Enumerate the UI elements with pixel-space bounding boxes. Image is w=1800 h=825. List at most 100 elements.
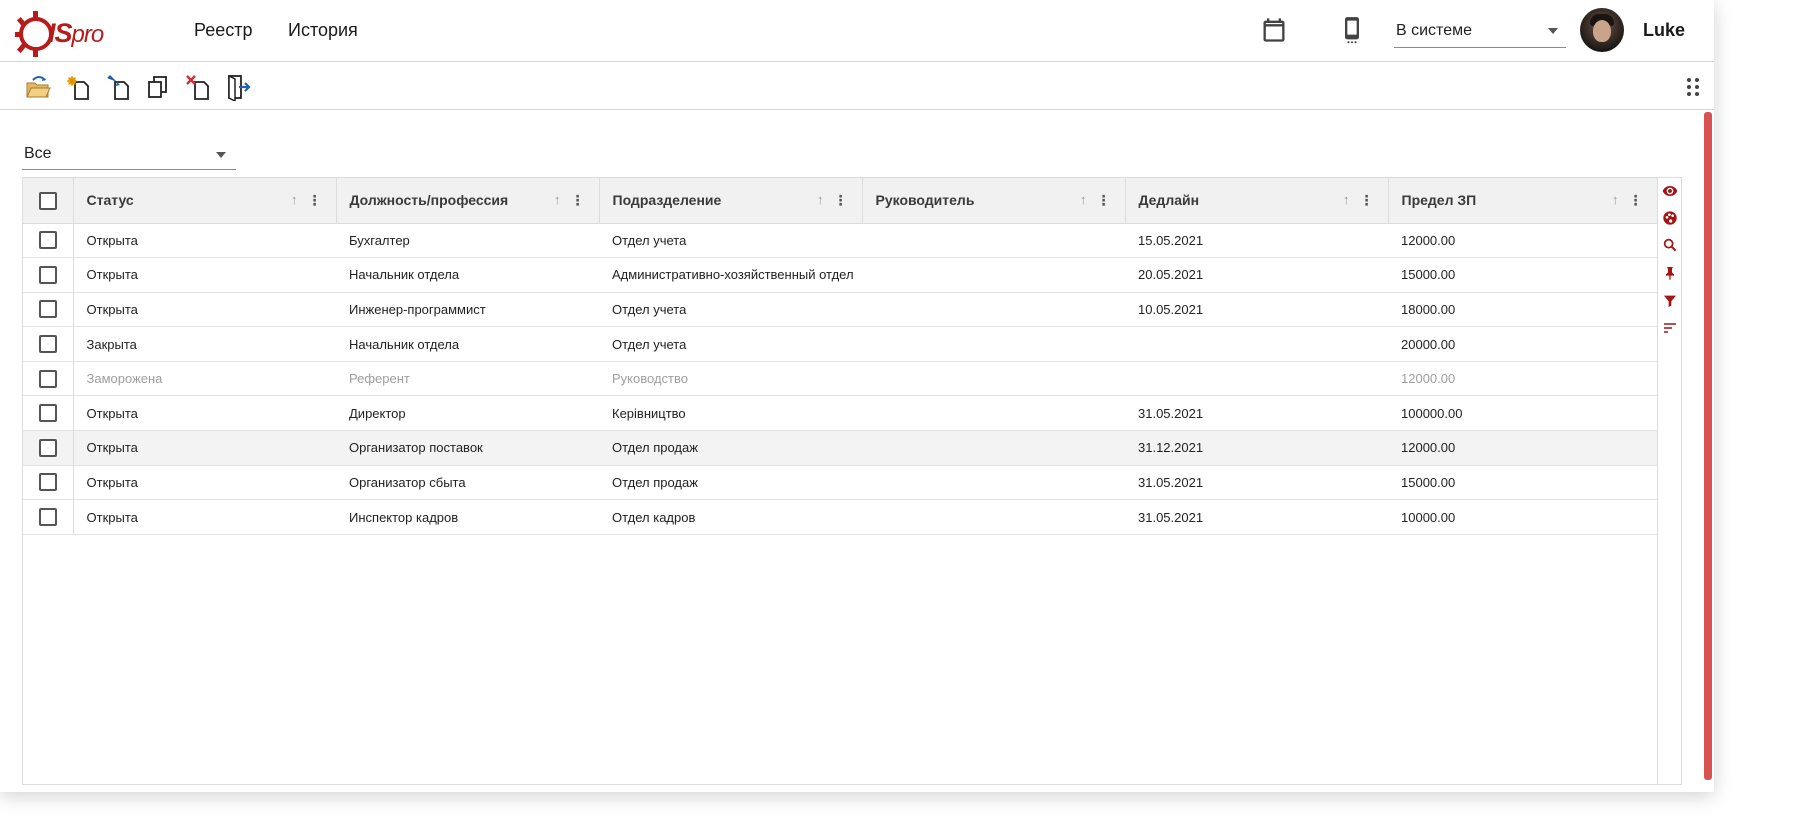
cell-status: Открыта [86, 440, 138, 456]
column-header-department[interactable]: Подразделение ↑ ⋮ [599, 178, 863, 224]
row-select-cell [23, 223, 74, 258]
sort-arrow-icon[interactable]: ↑ [1612, 192, 1619, 207]
cell-deadline: 15.05.2021 [1138, 232, 1204, 248]
sort-arrow-icon[interactable]: ↑ [291, 192, 298, 207]
column-menu-icon[interactable]: ⋮ [1360, 193, 1374, 207]
cell-deadline: 31.12.2021 [1138, 440, 1204, 456]
column-header-salary-limit[interactable]: Предел ЗП ↑ ⋮ [1388, 178, 1658, 224]
column-header-position[interactable]: Должность/профессия ↑ ⋮ [336, 178, 600, 224]
side-tools-panel [1657, 178, 1681, 784]
table-row[interactable]: Открыта Начальник отдела Административно-х… [23, 257, 1657, 293]
table-row[interactable]: Открыта Инженер-программист Отдел учета 10.… [23, 292, 1657, 327]
column-label: Дедлайн [1138, 192, 1200, 209]
column-menu-icon[interactable]: ⋮ [834, 193, 848, 207]
chevron-down-icon [216, 152, 226, 158]
column-menu-icon[interactable]: ⋮ [1629, 193, 1643, 207]
column-header-status[interactable]: Статус ↑ ⋮ [73, 178, 337, 224]
row-checkbox[interactable] [38, 508, 57, 527]
mobile-phone-icon[interactable] [1338, 16, 1366, 44]
row-checkbox[interactable] [38, 438, 57, 457]
copy-document-icon[interactable] [144, 73, 172, 101]
exit-icon[interactable] [224, 73, 252, 103]
row-checkbox[interactable] [38, 473, 57, 492]
filter-icon[interactable] [1662, 293, 1678, 309]
cell-department: Отдел продаж [612, 440, 698, 456]
table-row[interactable]: Открыта Организатор поставок Отдел продаж 3… [23, 430, 1657, 466]
column-menu-icon[interactable]: ⋮ [308, 193, 322, 207]
column-header-manager[interactable]: Руководитель ↑ ⋮ [862, 178, 1126, 224]
column-label: Руководитель [875, 192, 975, 209]
sort-arrow-icon[interactable]: ↑ [554, 192, 561, 207]
row-checkbox[interactable] [38, 231, 57, 250]
cell-salary: 18000.00 [1401, 301, 1456, 317]
nav-registry[interactable]: Реестр [194, 20, 253, 41]
nav-history[interactable]: История [288, 20, 358, 41]
avatar[interactable] [1580, 8, 1624, 52]
row-checkbox[interactable] [38, 369, 57, 388]
chevron-down-icon [1548, 28, 1558, 34]
edit-document-icon[interactable] [104, 73, 132, 101]
cell-position: Начальник отдела [349, 267, 460, 283]
top-header: ISpro Реестр История В системе Luke [0, 0, 1714, 62]
vertical-scrollbar[interactable] [1704, 112, 1712, 780]
table-row[interactable]: Открыта Бухгалтер Отдел учета 15.05.2021 120… [23, 223, 1657, 258]
row-select-cell [23, 465, 74, 500]
delete-document-icon[interactable] [184, 73, 212, 101]
cell-deadline [1125, 361, 1388, 396]
table-row[interactable]: Открыта Инспектор кадров Отдел кадров 31.05… [23, 499, 1657, 535]
table-row[interactable]: Заморожена Референт Руководство 12000.00 [23, 361, 1657, 396]
toolbar [0, 62, 1714, 110]
table-row[interactable]: Закрыта Начальник отдела Отдел учета 20000.… [23, 326, 1657, 362]
cell-status: Открыта [86, 474, 138, 490]
search-icon[interactable] [1662, 237, 1678, 253]
pin-icon[interactable] [1662, 265, 1678, 281]
table-body: Открыта Бухгалтер Отдел учета 15.05.2021 120… [23, 223, 1657, 535]
cell-department: Отдел учета [612, 301, 687, 317]
logo-text: ISpro [48, 18, 104, 48]
calendar-icon[interactable] [1260, 16, 1288, 44]
cell-position: Начальник отдела [349, 336, 460, 352]
user-status-select[interactable]: В системе [1394, 14, 1566, 48]
cell-department: Руководство [612, 371, 688, 387]
row-checkbox[interactable] [38, 265, 57, 284]
row-checkbox[interactable] [38, 335, 57, 354]
cell-position: Референт [349, 371, 410, 387]
cell-position: Бухгалтер [349, 232, 410, 248]
column-label: Должность/профессия [349, 192, 509, 209]
select-all-checkbox[interactable] [38, 192, 57, 211]
filter-select[interactable]: Все [22, 140, 236, 170]
open-folder-icon[interactable] [24, 73, 52, 101]
column-header-deadline[interactable]: Дедлайн ↑ ⋮ [1125, 178, 1389, 224]
filter-select-value: Все [24, 145, 52, 162]
table-row[interactable]: Открыта Организатор сбыта Отдел продаж 31.0… [23, 465, 1657, 500]
user-status-value: В системе [1396, 22, 1472, 39]
cell-manager [862, 258, 1125, 293]
cell-position: Организатор сбыта [349, 474, 466, 490]
palette-icon[interactable] [1662, 210, 1678, 226]
sort-arrow-icon[interactable]: ↑ [1080, 192, 1087, 207]
table-row[interactable]: Открыта Директор Керівництво 31.05.2021 1000… [23, 395, 1657, 431]
sort-arrow-icon[interactable]: ↑ [1343, 192, 1350, 207]
sort-lines-icon[interactable] [1662, 320, 1678, 336]
app-window: ISpro Реестр История В системе Luke Все … [0, 0, 1714, 792]
cell-status: Закрыта [86, 336, 137, 352]
cell-status: Открыта [86, 509, 138, 525]
sort-arrow-icon[interactable]: ↑ [817, 192, 824, 207]
column-label: Подразделение [612, 192, 722, 209]
ispro-logo[interactable]: ISpro [14, 4, 114, 58]
new-document-icon[interactable] [64, 73, 92, 101]
cell-status: Открыта [86, 267, 138, 283]
cell-manager [862, 500, 1125, 535]
column-menu-icon[interactable]: ⋮ [571, 193, 585, 207]
row-checkbox[interactable] [38, 404, 57, 423]
row-select-cell [23, 326, 74, 362]
eye-icon[interactable] [1662, 183, 1678, 199]
apps-grid-icon[interactable] [1682, 76, 1704, 98]
cell-department: Отдел учета [612, 336, 687, 352]
column-menu-icon[interactable]: ⋮ [1097, 193, 1111, 207]
username[interactable]: Luke [1643, 20, 1685, 41]
cell-manager [862, 361, 1125, 396]
row-select-cell [23, 430, 74, 466]
vacancies-table: Статус ↑ ⋮ Должность/профессия ↑ ⋮ Подразд… [23, 178, 1658, 535]
row-checkbox[interactable] [38, 300, 57, 319]
